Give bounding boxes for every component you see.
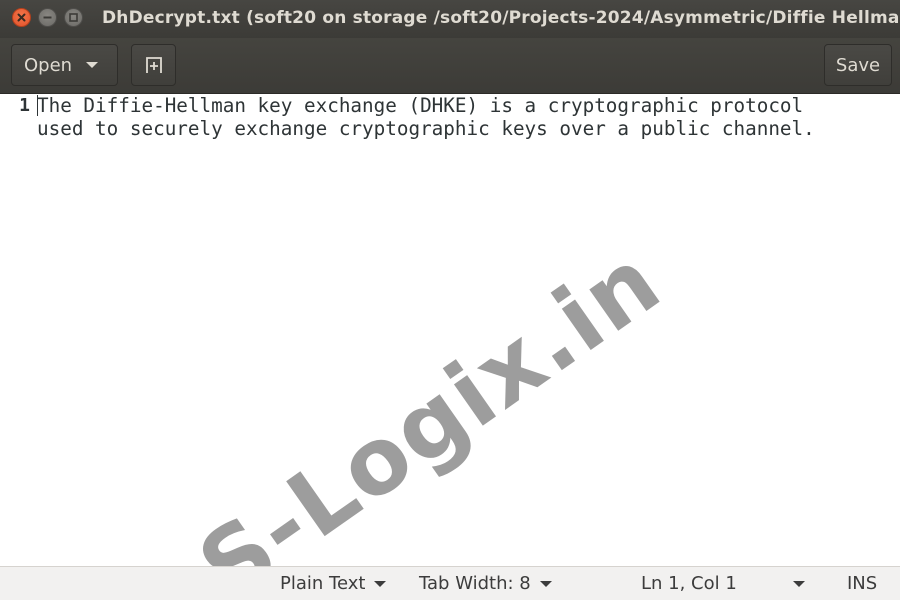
cursor-position-label: Ln 1, Col 1 (641, 573, 737, 594)
insert-mode-label: INS (847, 573, 878, 594)
language-label: Plain Text (280, 573, 366, 594)
tab-width-label: Tab Width: 8 (419, 573, 531, 594)
status-bar: Plain Text Tab Width: 8 Ln 1, Col 1 INS (0, 566, 900, 600)
watermark: S-Logix.in (180, 226, 680, 566)
header-bar: Open Save (0, 38, 900, 94)
window-title: DhDecrypt.txt (soft20 on storage /soft20… (102, 8, 900, 28)
close-button[interactable] (12, 8, 31, 27)
language-selector[interactable]: Plain Text (280, 573, 387, 594)
open-button[interactable]: Open (11, 44, 118, 86)
cursor-position-selector[interactable]: Ln 1, Col 1 (641, 573, 805, 594)
chevron-down-icon (86, 62, 99, 68)
line-number: 1 (19, 95, 30, 116)
text-cursor (37, 95, 38, 116)
maximize-icon (69, 13, 78, 22)
save-button[interactable]: Save (824, 44, 892, 86)
new-document-icon (145, 57, 162, 73)
document-text[interactable]: The Diffie-Hellman key exchange (DHKE) i… (37, 94, 895, 140)
minimize-icon (43, 16, 52, 19)
new-document-button[interactable] (131, 44, 176, 86)
text-editor[interactable]: 1 The Diffie-Hellman key exchange (DHKE)… (0, 94, 900, 566)
chevron-down-icon (539, 580, 552, 587)
title-bar[interactable]: DhDecrypt.txt (soft20 on storage /soft20… (0, 0, 900, 38)
chevron-down-icon (792, 580, 805, 587)
gedit-window: DhDecrypt.txt (soft20 on storage /soft20… (0, 0, 900, 600)
insert-mode-indicator[interactable]: INS (847, 573, 877, 594)
open-button-label: Open (24, 54, 73, 76)
chevron-down-icon (374, 580, 387, 587)
line-number-gutter: 1 (0, 94, 33, 566)
save-button-label: Save (835, 54, 881, 76)
maximize-button[interactable] (64, 8, 83, 27)
tab-width-selector[interactable]: Tab Width: 8 (419, 573, 552, 594)
close-icon (17, 13, 26, 22)
minimize-button[interactable] (38, 8, 57, 27)
